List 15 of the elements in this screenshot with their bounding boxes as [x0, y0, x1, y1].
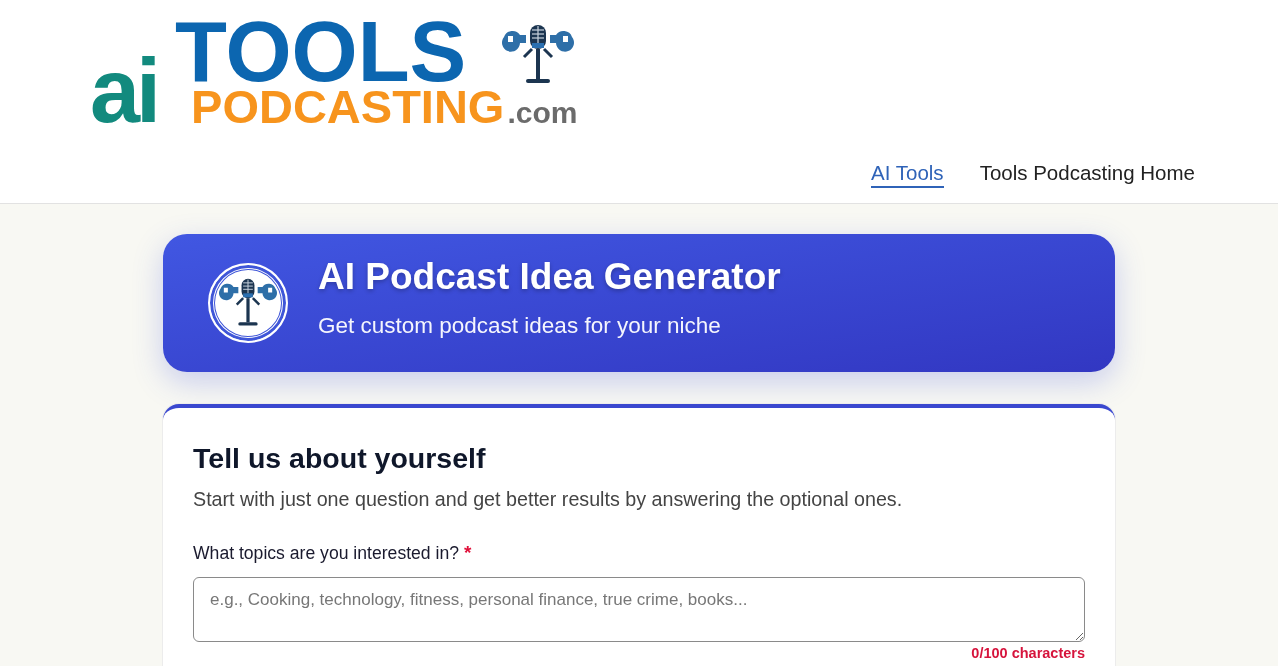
form-intro: Start with just one question and get better results by answering the optional ones.: [193, 487, 904, 511]
logo-suffix-text: .com: [507, 98, 578, 128]
hero-subtitle: Get custom podcast ideas for your niche: [318, 313, 722, 339]
logo-subtitle-text: PODCASTING: [191, 87, 505, 127]
form-title: Tell us about yourself: [193, 441, 487, 475]
required-asterisk: *: [464, 543, 472, 563]
nav-link[interactable]: AI Tools: [871, 160, 944, 188]
microphone-icon: [219, 277, 277, 329]
logo-ai-text: ai: [90, 46, 158, 136]
field-label: What topics are you interested in?: [193, 543, 459, 563]
topics-textarea[interactable]: e.g., Cooking, technology, fitness, personal finance, true crime, books...: [193, 577, 1085, 642]
character-counter: 0/100 characters: [971, 645, 1085, 661]
nav-link[interactable]: Tools Podcasting Home: [979, 160, 1195, 188]
hero-title: AI Podcast Idea Generator: [318, 256, 781, 298]
logo-title-text: TOOLS: [175, 19, 467, 85]
